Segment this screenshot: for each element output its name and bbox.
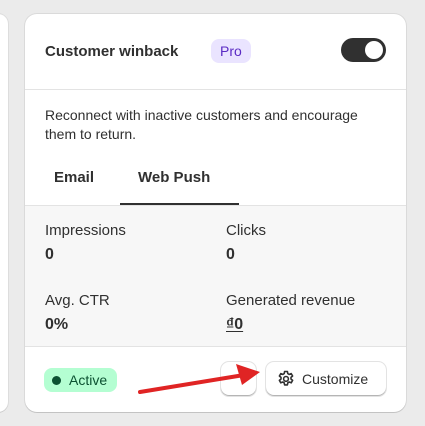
more-actions-button[interactable]	[221, 362, 256, 396]
card-description: Reconnect with inactive customers and en…	[45, 107, 358, 142]
status-label: Active	[69, 372, 108, 388]
stat-value: 0	[45, 246, 54, 263]
tab-web-push[interactable]: Web Push	[120, 164, 239, 205]
customer-winback-card: Customer winback Pro Reconnect with inac…	[25, 14, 406, 412]
stat-generated-revenue: Generated revenue ₫0	[226, 292, 355, 334]
toggle-knob	[365, 41, 383, 59]
card-header: Customer winback Pro	[45, 36, 386, 66]
tab-web-push-label: Web Push	[138, 169, 211, 186]
status-badge: Active	[44, 368, 118, 392]
enable-toggle[interactable]	[341, 38, 386, 62]
adjacent-card-edge	[0, 14, 8, 412]
stat-label: Impressions	[45, 222, 126, 239]
stat-label: Clicks	[226, 222, 266, 239]
pro-badge: Pro	[211, 39, 251, 63]
stat-avg-ctr: Avg. CTR 0%	[45, 292, 110, 334]
status-dot	[52, 375, 61, 385]
card-title: Customer winback	[45, 43, 179, 60]
tab-email[interactable]: Email	[37, 164, 120, 205]
stat-value: ₫0	[226, 316, 244, 333]
stat-value: 0%	[45, 316, 69, 333]
stat-impressions: Impressions 0	[45, 222, 126, 264]
customize-button[interactable]: Customize	[266, 362, 386, 396]
stats-panel: Impressions 0 Clicks 0 Avg. CTR 0% Gener…	[25, 205, 406, 347]
stat-label: Avg. CTR	[45, 292, 110, 309]
gear-icon	[276, 369, 296, 389]
stat-value: 0	[226, 246, 235, 263]
stat-clicks: Clicks 0	[226, 222, 266, 264]
customize-label: Customize	[302, 371, 369, 387]
stat-label: Generated revenue	[226, 292, 356, 309]
header-divider	[25, 89, 406, 90]
card-footer: Active Customize	[25, 348, 406, 412]
